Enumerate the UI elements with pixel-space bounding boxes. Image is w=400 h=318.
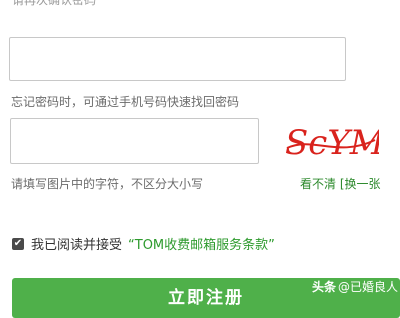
confirm-password-input[interactable] bbox=[9, 37, 346, 81]
captcha-links: 看不清 [换一张 bbox=[300, 175, 381, 192]
agree-checkbox[interactable]: ✔ bbox=[12, 237, 24, 250]
terms-link[interactable]: “TOM收费邮箱服务条款” bbox=[128, 234, 275, 253]
forgot-password-hint: 忘记密码时，可通过手机号码快速找回密码 bbox=[11, 95, 240, 109]
checkmark-icon: ✔ bbox=[13, 237, 23, 249]
confirm-password-label: 请再次确认密码 bbox=[12, 0, 97, 7]
refresh-captcha-link[interactable]: [换一张 bbox=[340, 177, 381, 191]
agreement-row: ✔ 我已阅读并接受 “TOM收费邮箱服务条款” bbox=[12, 234, 275, 253]
agree-label: 我已阅读并接受 bbox=[31, 238, 123, 253]
captcha-image[interactable]: ScYM bbox=[283, 118, 379, 164]
cant-see-link[interactable]: 看不清 bbox=[300, 177, 336, 191]
watermark-author: @已婚良人 bbox=[338, 280, 399, 294]
watermark-logo: 头条 bbox=[312, 280, 337, 294]
captcha-text: ScYM bbox=[285, 123, 379, 163]
watermark: 头条 @已婚良人 bbox=[312, 278, 398, 295]
captcha-input[interactable] bbox=[10, 118, 259, 164]
captcha-hint: 请填写图片中的字符，不区分大小写 bbox=[11, 177, 204, 191]
